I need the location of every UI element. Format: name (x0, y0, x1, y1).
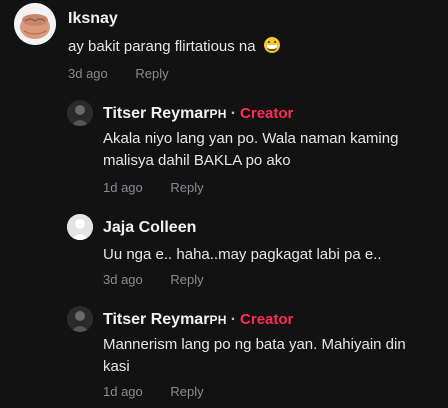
reply-timestamp: 1d ago (103, 384, 143, 399)
reply-text: Mannerism lang po ng bata yan. Mahiyain … (103, 336, 406, 375)
grinning-sweat-emoji-icon (263, 37, 280, 53)
reply-username[interactable]: Titser Reymar (103, 105, 209, 122)
reply-button[interactable]: Reply (170, 384, 203, 399)
reply-username[interactable]: Jaja Colleen (103, 219, 196, 237)
reply-username[interactable]: Titser Reymar (103, 311, 209, 328)
avatar[interactable] (67, 214, 93, 240)
reply-titser-reymar-1: Titser ReymarPH · Creator Akala niyo lang … (0, 92, 448, 202)
avatar[interactable] (67, 100, 93, 126)
reply-timestamp: 1d ago (103, 180, 143, 195)
reply-button[interactable]: Reply (135, 66, 168, 81)
fist-avatar-icon (14, 3, 56, 45)
reply-meta: 1d ago Reply (103, 384, 204, 399)
default-profile-icon (67, 214, 93, 240)
reply-button[interactable]: Reply (170, 272, 203, 287)
reply-text: Akala niyo lang yan po. Wala naman kamin… (103, 130, 399, 169)
comment-meta: 3d ago Reply (68, 66, 169, 81)
creator-badge: Creator (240, 105, 294, 122)
comment-text-body: ay bakit parang flirtatious na (68, 38, 256, 55)
avatar[interactable] (14, 3, 56, 45)
reply-text: Uu nga e.. haha..may pagkagat labi pa e.… (103, 246, 382, 263)
reply-timestamp: 3d ago (103, 272, 143, 287)
person-avatar-icon (67, 306, 93, 332)
comment-iksnay: Iksnay ay bakit parang flirtatious na 3d… (0, 0, 448, 90)
reply-meta: 1d ago Reply (103, 180, 204, 195)
reply-username-line: Titser ReymarPH · Creator (103, 311, 293, 329)
separator-dot: · (230, 105, 237, 122)
person-avatar-icon (67, 100, 93, 126)
comment-text: ay bakit parang flirtatious na (68, 36, 428, 58)
creator-badge: Creator (240, 311, 294, 328)
reply-button[interactable]: Reply (170, 180, 203, 195)
username-suffix: PH (209, 107, 227, 121)
reply-meta: 3d ago Reply (103, 272, 204, 287)
comment-username[interactable]: Iksnay (68, 10, 118, 28)
username-suffix: PH (209, 313, 227, 327)
reply-jaja-colleen: Jaja Colleen Uu nga e.. haha..may pagkag… (0, 206, 448, 296)
comment-timestamp: 3d ago (68, 66, 108, 81)
reply-titser-reymar-2: Titser ReymarPH · Creator Mannerism lang p… (0, 298, 448, 408)
reply-username-line: Titser ReymarPH · Creator (103, 105, 293, 123)
separator-dot: · (230, 311, 237, 328)
avatar[interactable] (67, 306, 93, 332)
